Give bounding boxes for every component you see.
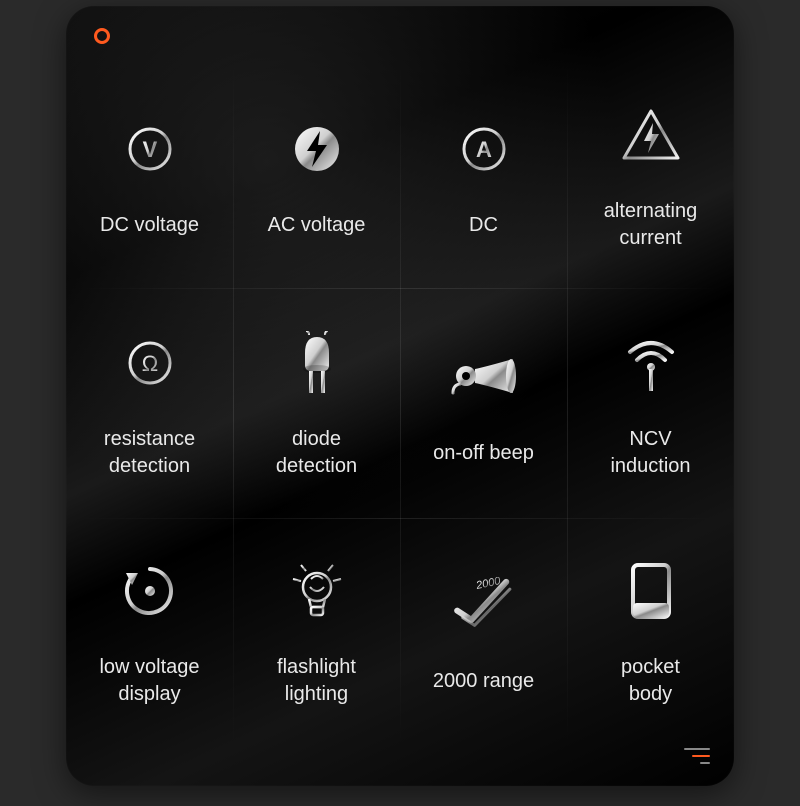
- feature-label: alternating current: [604, 198, 697, 252]
- feature-dc: A DC: [400, 62, 567, 290]
- feature-label: 2000 range: [433, 668, 534, 695]
- feature-flashlight: flashlight lighting: [233, 518, 400, 746]
- svg-text:Ω: Ω: [141, 351, 157, 376]
- voltmeter-v-icon: V: [115, 114, 185, 184]
- svg-text:A: A: [476, 137, 492, 162]
- flashlight-icon: [282, 556, 352, 626]
- pocket-body-icon: [616, 556, 686, 626]
- feature-label: low voltage display: [99, 654, 199, 708]
- feature-range: 2000 2000 range: [400, 518, 567, 746]
- feature-label: on-off beep: [433, 440, 534, 467]
- feature-dc-voltage: V DC voltage: [66, 62, 233, 290]
- feature-grid: V DC voltage AC voltage A: [66, 62, 734, 746]
- feature-alternating-current: alternating current: [567, 62, 734, 290]
- menu-icon[interactable]: [684, 748, 710, 764]
- horn-icon: [449, 342, 519, 412]
- feature-label: NCV induction: [610, 426, 690, 480]
- feature-label: diode detection: [276, 426, 357, 480]
- ac-warning-icon: [616, 100, 686, 170]
- feature-diode: diode detection: [233, 290, 400, 518]
- feature-ac-voltage: AC voltage: [233, 62, 400, 290]
- low-voltage-icon: [115, 556, 185, 626]
- feature-label: pocket body: [621, 654, 680, 708]
- svg-text:V: V: [142, 137, 157, 162]
- feature-label: DC: [469, 212, 498, 239]
- feature-beep: on-off beep: [400, 290, 567, 518]
- feature-label: AC voltage: [268, 212, 366, 239]
- ac-bolt-icon: [282, 114, 352, 184]
- brand-ring-icon: [94, 28, 110, 44]
- feature-panel: V DC voltage AC voltage A: [66, 6, 734, 786]
- feature-ncv: NCV induction: [567, 290, 734, 518]
- ammeter-a-icon: A: [449, 114, 519, 184]
- ohm-icon: Ω: [115, 328, 185, 398]
- feature-label: resistance detection: [104, 426, 195, 480]
- feature-label: flashlight lighting: [277, 654, 356, 708]
- feature-label: DC voltage: [100, 212, 199, 239]
- feature-pocket: pocket body: [567, 518, 734, 746]
- ncv-signal-icon: [616, 328, 686, 398]
- diode-icon: [282, 328, 352, 398]
- feature-resistance: Ω resistance detection: [66, 290, 233, 518]
- feature-low-voltage: low voltage display: [66, 518, 233, 746]
- range-2000-icon: 2000: [449, 570, 519, 640]
